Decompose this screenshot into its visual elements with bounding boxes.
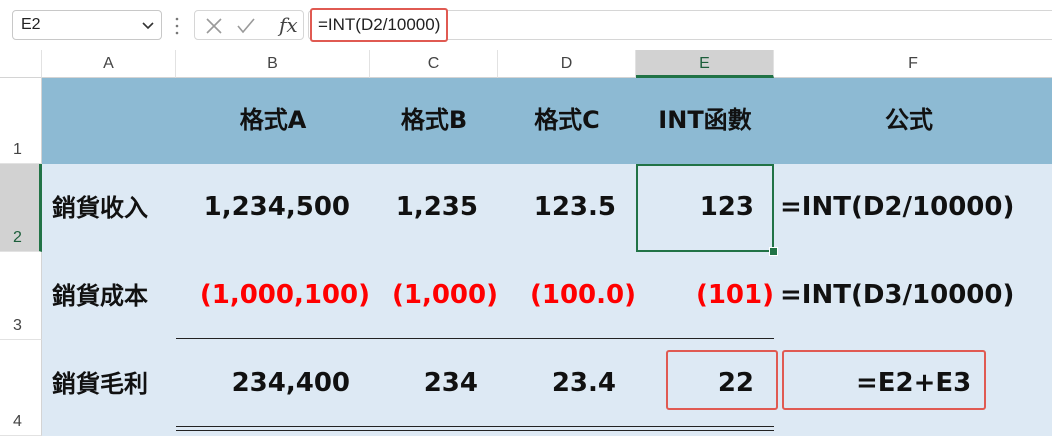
select-all-corner[interactable] (0, 50, 42, 78)
formula-buttons: fx (194, 10, 304, 40)
header-format-b[interactable]: 格式B (370, 108, 498, 132)
cell-b4[interactable]: 234,400 (176, 370, 350, 396)
active-cell-border (636, 164, 774, 252)
total-line-bottom (176, 430, 774, 431)
more-options-icon[interactable] (175, 16, 179, 36)
name-box[interactable]: E2 (12, 10, 162, 40)
header-int-function[interactable]: INT函數 (636, 108, 774, 132)
header-formula[interactable]: 公式 (774, 108, 1044, 132)
insert-function-button[interactable]: fx (279, 13, 298, 37)
cell-f3[interactable]: =INT(D3/10000) (780, 282, 1014, 308)
column-header-c[interactable]: C (370, 50, 498, 78)
cell-b3[interactable]: (1,000,100) (176, 282, 370, 308)
total-line-top (176, 426, 774, 427)
row-header-3[interactable]: 3 (0, 252, 42, 340)
column-header-f[interactable]: F (774, 50, 1052, 78)
row-header-2[interactable]: 2 (0, 164, 42, 252)
highlight-box-e4 (666, 350, 778, 410)
fill-handle[interactable] (769, 247, 778, 256)
cell-d3[interactable]: (100.0) (498, 282, 636, 308)
cell-d4[interactable]: 23.4 (498, 370, 616, 396)
column-header-e[interactable]: E (636, 50, 774, 78)
cell-c4[interactable]: 234 (370, 370, 478, 396)
cancel-icon[interactable] (205, 17, 223, 35)
cell-c2[interactable]: 1,235 (370, 194, 478, 220)
column-header-d[interactable]: D (498, 50, 636, 78)
row-header-4[interactable]: 4 (0, 340, 42, 436)
cell-f2[interactable]: =INT(D2/10000) (780, 194, 1014, 220)
row-label-gross-profit[interactable]: 銷貨毛利 (52, 372, 148, 396)
cell-e3[interactable]: (101) (636, 282, 774, 308)
cell-b2[interactable]: 1,234,500 (176, 194, 350, 220)
subtotal-line (176, 338, 774, 339)
column-header-a[interactable]: A (42, 50, 176, 78)
enter-icon[interactable] (237, 17, 255, 35)
row-header-1[interactable]: 1 (0, 78, 42, 164)
row-label-sales-revenue[interactable]: 銷貨收入 (52, 196, 148, 220)
column-header-b[interactable]: B (176, 50, 370, 78)
cell-c3[interactable]: (1,000) (370, 282, 498, 308)
formula-text: =INT(D2/10000) (310, 8, 449, 42)
name-box-value: E2 (21, 16, 41, 33)
header-format-c[interactable]: 格式C (498, 108, 636, 132)
highlight-box-f4 (782, 350, 986, 410)
formula-bar: E2 fx =INT(D2/10000) (0, 0, 1052, 50)
header-format-a[interactable]: 格式A (176, 108, 370, 132)
chevron-down-icon[interactable] (141, 18, 155, 32)
cell-d2[interactable]: 123.5 (498, 194, 616, 220)
row-label-cost-of-sales[interactable]: 銷貨成本 (52, 284, 148, 308)
